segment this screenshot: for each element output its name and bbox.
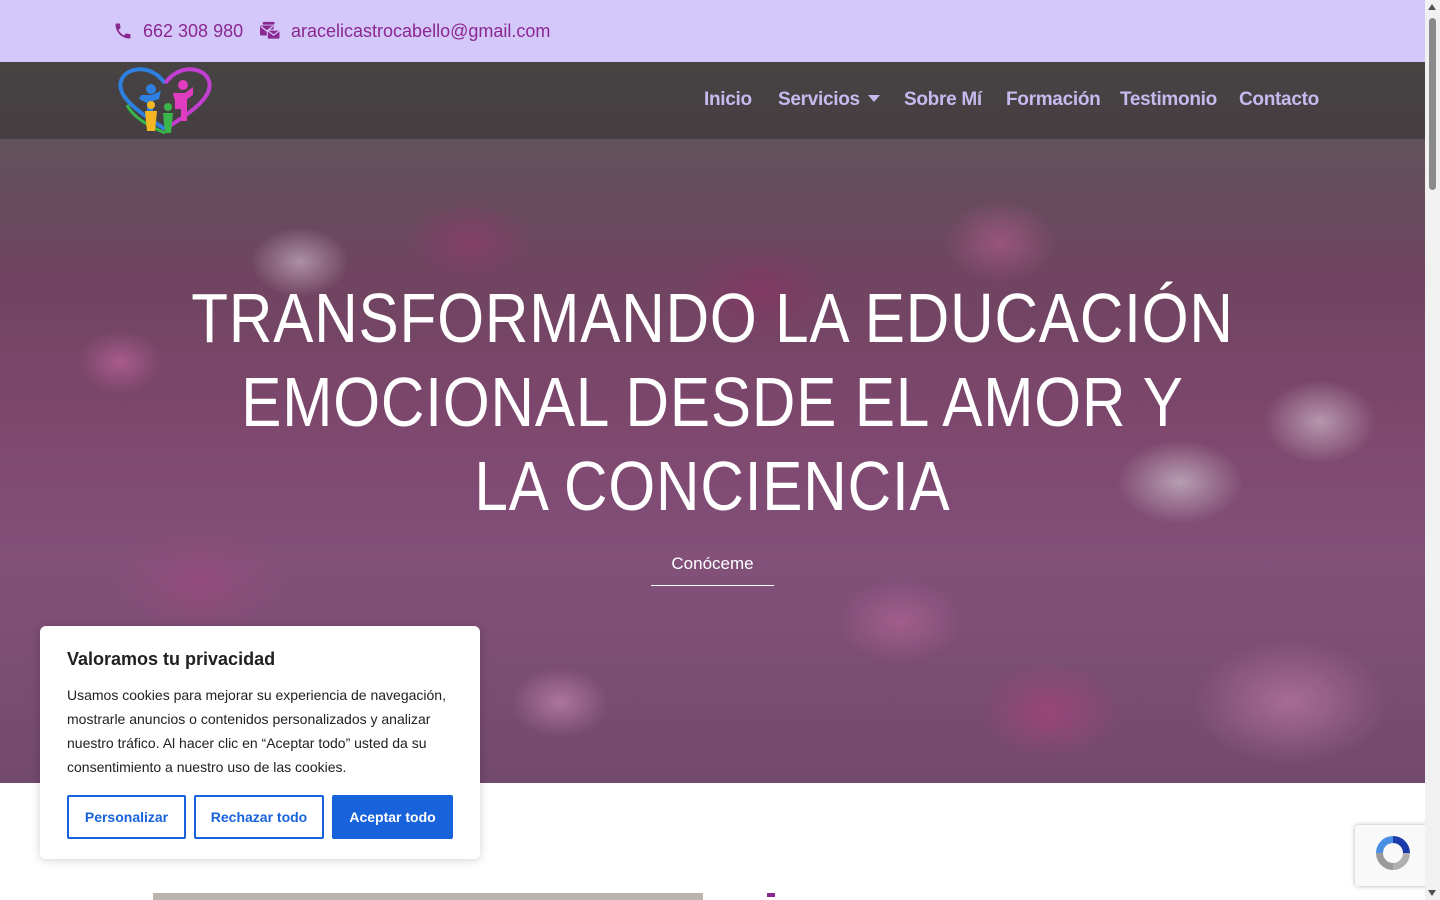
scroll-thumb[interactable]: [1429, 18, 1436, 190]
customize-button[interactable]: Personalizar: [67, 795, 186, 839]
recaptcha-icon: [1372, 832, 1414, 879]
section-image: [153, 893, 703, 900]
phone-icon: [113, 21, 133, 41]
nav-inicio[interactable]: Inicio: [704, 89, 752, 111]
hero-title: TRANSFORMANDO LA EDUCACIÓN EMOCIONAL DES…: [0, 276, 1425, 528]
reject-all-button[interactable]: Rechazar todo: [194, 795, 324, 839]
nav-servicios[interactable]: Servicios: [778, 89, 880, 111]
nav-formacion[interactable]: Formación: [1006, 89, 1101, 111]
phone-contact[interactable]: 662 308 980: [113, 0, 243, 62]
email-contact[interactable]: aracelicastrocabello@gmail.com: [259, 0, 550, 62]
nav-testimonio[interactable]: Testimonio: [1120, 89, 1217, 111]
conoceme-button[interactable]: Conóceme: [651, 550, 774, 586]
nav-sobre-mi[interactable]: Sobre Mí: [904, 89, 982, 111]
scroll-down-icon[interactable]: [1428, 890, 1436, 896]
nav-contacto[interactable]: Contacto: [1239, 89, 1319, 111]
hero-title-line-2: EMOCIONAL DESDE EL AMOR Y: [241, 363, 1184, 441]
main-navbar: Inicio Servicios Sobre Mí Formación Test…: [0, 62, 1425, 139]
caret-down-icon: [867, 87, 880, 109]
phone-number: 662 308 980: [143, 20, 244, 41]
cookie-title: Valoramos tu privacidad: [67, 649, 276, 669]
cookie-consent-banner: Valoramos tu privacidad Usamos cookies p…: [40, 626, 480, 859]
accept-all-button[interactable]: Aceptar todo: [332, 795, 453, 839]
family-heart-logo[interactable]: [113, 65, 217, 137]
hero-title-line-3: LA CONCIENCIA: [474, 447, 951, 525]
cookie-text: Usamos cookies para mejorar su experienc…: [67, 687, 446, 775]
section-heading-accent: [767, 893, 775, 897]
scroll-up-icon[interactable]: [1428, 4, 1436, 10]
hero-title-line-1: TRANSFORMANDO LA EDUCACIÓN: [191, 279, 1234, 357]
page-scrollbar[interactable]: [1425, 0, 1440, 900]
mail-bulk-icon: [259, 21, 281, 41]
recaptcha-badge[interactable]: [1355, 825, 1430, 886]
top-contact-bar: 662 308 980 aracelicastrocabello@gmail.c…: [0, 0, 1425, 62]
nav-servicios-label: Servicios: [778, 89, 860, 110]
email-address: aracelicastrocabello@gmail.com: [291, 20, 551, 41]
